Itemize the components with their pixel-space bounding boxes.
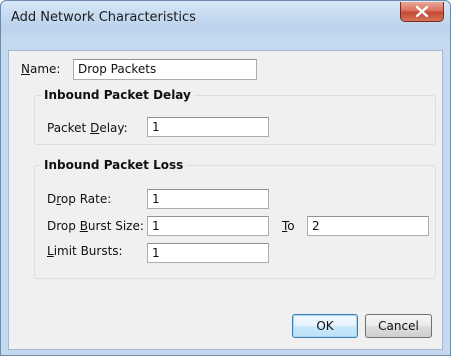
limit-bursts-label: Limit Bursts:: [47, 244, 123, 258]
name-input-value: Drop Packets: [78, 62, 157, 76]
packet-delay-label: Packet Delay:: [47, 121, 128, 135]
dialog-body: Name: Drop Packets Inbound Packet Delay …: [8, 50, 443, 350]
limit-bursts-input[interactable]: 1: [147, 243, 269, 263]
to-value: 2: [312, 219, 320, 233]
inbound-packet-loss-title: Inbound Packet Loss: [41, 158, 187, 172]
drop-burst-size-input[interactable]: 1: [147, 216, 269, 236]
drop-burst-size-label: Drop Burst Size:: [47, 219, 144, 233]
drop-rate-input[interactable]: 1: [147, 189, 269, 209]
close-x-icon: [416, 6, 428, 17]
packet-delay-value: 1: [152, 120, 160, 134]
window-title: Add Network Characteristics: [11, 10, 196, 25]
drop-rate-value: 1: [152, 192, 160, 206]
to-label: To: [282, 219, 295, 233]
dialog-window: Add Network Characteristics Name: Drop P…: [0, 0, 451, 356]
name-label: Name:: [21, 62, 61, 76]
close-button[interactable]: [400, 2, 444, 22]
inbound-packet-delay-title: Inbound Packet Delay: [41, 88, 194, 102]
packet-delay-input[interactable]: 1: [147, 117, 269, 137]
ok-button[interactable]: OK: [292, 314, 358, 338]
title-bar[interactable]: Add Network Characteristics: [1, 1, 450, 35]
to-input[interactable]: 2: [307, 216, 429, 236]
drop-rate-label: Drop Rate:: [47, 192, 112, 206]
limit-bursts-value: 1: [152, 246, 160, 260]
drop-burst-size-value: 1: [152, 219, 160, 233]
cancel-button[interactable]: Cancel: [365, 314, 432, 338]
name-input[interactable]: Drop Packets: [73, 59, 257, 80]
